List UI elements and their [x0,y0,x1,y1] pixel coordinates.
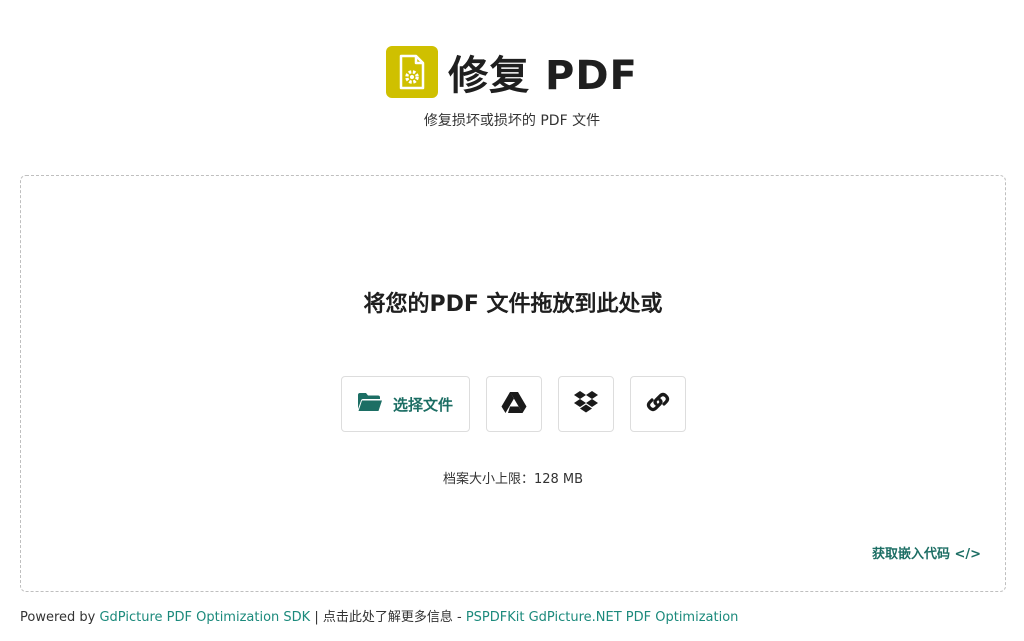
powered-by-text: Powered by [20,610,100,625]
header: 修复 PDF [0,43,1024,101]
pdf-repair-gear-icon [386,46,439,98]
upload-button-row: 选择文件 [21,376,1005,432]
choose-file-button[interactable]: 选择文件 [340,376,470,432]
choose-file-label: 选择文件 [392,395,453,414]
net-link[interactable]: PSPDFKit GdPicture.NET PDF Optimization [466,610,739,625]
dropbox-button[interactable] [557,376,614,432]
file-size-limit: 档案大小上限：128 MB [442,472,584,487]
dropbox-icon [573,390,599,418]
folder-open-icon [357,392,383,416]
drop-heading: 将您的PDF 文件拖放到此处或 [363,292,663,317]
page: 修复 PDF 修复损坏或损坏的 PDF 文件 将您的PDF 文件拖放到此处或 选… [0,0,1024,641]
footer-separator: | 点击此处了解更多信息 - [310,610,466,625]
url-link-button[interactable] [629,376,686,432]
google-drive-icon [501,391,527,418]
footer: Powered by GdPicture PDF Optimization SD… [20,606,738,625]
page-subtitle: 修复损坏或损坏的 PDF 文件 [423,113,601,129]
sdk-link[interactable]: GdPicture PDF Optimization SDK [99,610,310,625]
google-drive-button[interactable] [485,376,542,432]
page-title: 修复 PDF [448,53,638,99]
get-embed-code-link[interactable]: 获取嵌入代码 </> [872,543,981,562]
link-icon [645,389,671,419]
file-drop-zone[interactable]: 将您的PDF 文件拖放到此处或 选择文件 档案大小上限：128 MB 获取嵌入代… [20,175,1006,592]
